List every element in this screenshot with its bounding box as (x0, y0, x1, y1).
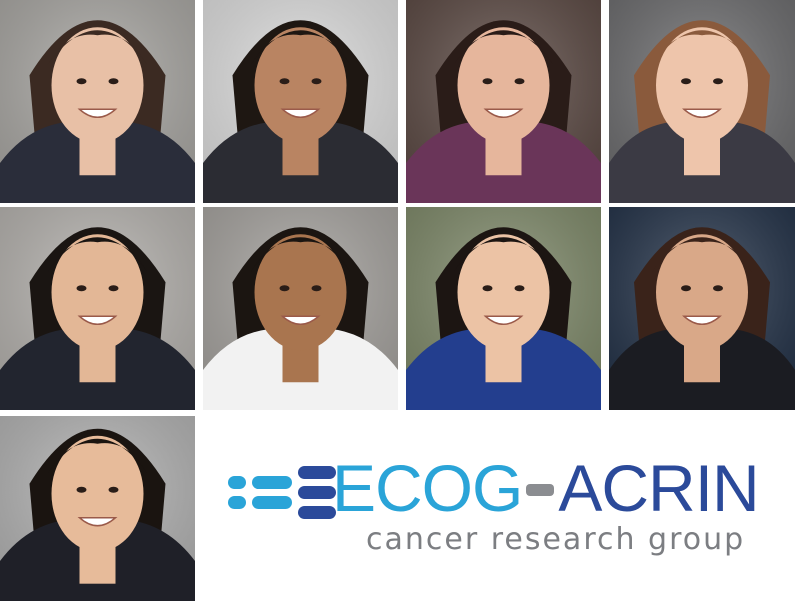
headshot-image (203, 0, 398, 203)
headshot-photo-8 (609, 207, 795, 410)
headshot-photo-2 (203, 0, 398, 203)
headshot-photo-9 (0, 416, 195, 601)
logo-bar (252, 496, 292, 509)
headshot-image (609, 207, 795, 410)
logo-bar (298, 466, 336, 479)
logo-bar (252, 476, 292, 489)
headshot-image (609, 0, 795, 203)
logo-bar (228, 476, 246, 489)
logo-mark-icon (228, 464, 338, 520)
headshot-image (203, 207, 398, 410)
logo-bar (228, 496, 246, 509)
logo-acrin-text: ACRIN (558, 451, 759, 525)
logo-bar (298, 486, 336, 499)
headshot-image (0, 0, 195, 203)
headshot-image (0, 416, 195, 601)
headshot-photo-7 (406, 207, 601, 410)
logo-tagline: cancer research group (366, 522, 746, 557)
headshot-image (406, 207, 601, 410)
logo-ecog-text: ECOG (332, 451, 523, 525)
ecog-acrin-logo: ECOG ACRIN cancer research group (218, 448, 778, 568)
logo-dash (526, 483, 555, 496)
logo-bar (298, 506, 336, 519)
headshot-photo-6 (203, 207, 398, 410)
logo-wordmark: ECOG ACRIN (332, 448, 760, 528)
headshot-photo-3 (406, 0, 601, 203)
headshot-image (406, 0, 601, 203)
headshot-photo-4 (609, 0, 795, 203)
headshot-photo-1 (0, 0, 195, 203)
headshot-photo-5 (0, 207, 195, 410)
headshot-image (0, 207, 195, 410)
